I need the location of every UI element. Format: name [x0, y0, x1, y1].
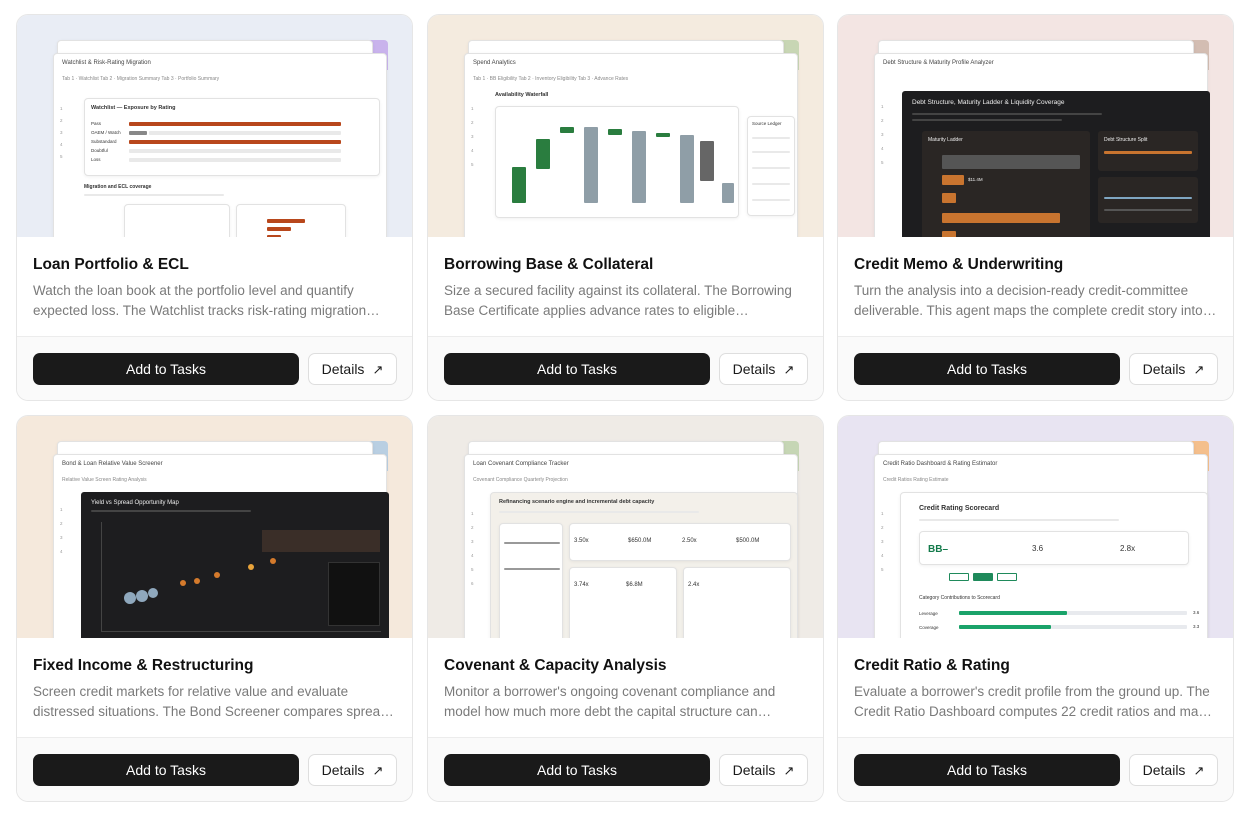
details-button[interactable]: Details ↗	[308, 754, 397, 786]
arrow-up-right-icon: ↗	[1193, 361, 1205, 377]
add-to-tasks-button[interactable]: Add to Tasks	[33, 754, 299, 786]
preview-window-title: Debt Structure & Maturity Profile Analyz…	[883, 60, 994, 66]
preview-window-title: Bond & Loan Relative Value Screener	[62, 461, 163, 467]
card-footer: Add to Tasks Details ↗	[838, 337, 1233, 400]
preview-heading: Refinancing scenario engine and incremen…	[499, 499, 655, 505]
details-button[interactable]: Details ↗	[719, 353, 808, 385]
add-to-tasks-button[interactable]: Add to Tasks	[854, 754, 1120, 786]
card-footer: Add to Tasks Details ↗	[428, 738, 823, 801]
arrow-up-right-icon: ↗	[783, 361, 795, 377]
preview-tabs: Tab 1 · BB Eligibility Tab 2 · Inventory…	[473, 76, 629, 82]
preview-window: Spend Analytics Tab 1 · BB Eligibility T…	[464, 53, 798, 237]
details-button[interactable]: Details ↗	[1129, 754, 1218, 786]
card-title: Borrowing Base & Collateral	[444, 256, 654, 273]
preview-heading: Yield vs Spread Opportunity Map	[91, 500, 179, 506]
card-preview: Credit Ratio Dashboard & Rating Estimato…	[838, 416, 1233, 638]
preview-tabs: Credit Ratios Rating Estimate	[883, 477, 949, 483]
card-credit-ratio: Credit Ratio Dashboard & Rating Estimato…	[837, 415, 1234, 802]
details-label: Details	[732, 361, 776, 377]
preview-panel: Refinancing scenario engine and incremen…	[490, 492, 798, 638]
arrow-up-right-icon: ↗	[1193, 762, 1205, 778]
card-body: Loan Portfolio & ECL Watch the loan book…	[17, 237, 412, 337]
preview-tabs: Covenant Compliance Quarterly Projection	[473, 477, 568, 483]
card-footer: Add to Tasks Details ↗	[428, 337, 823, 400]
preview-heading: Debt Structure, Maturity Ladder & Liquid…	[912, 99, 1065, 106]
card-preview: Spend Analytics Tab 1 · BB Eligibility T…	[428, 15, 823, 237]
card-description: Size a secured facility against its coll…	[444, 283, 792, 318]
details-label: Details	[321, 762, 365, 778]
card-grid: Watchlist & Risk-Rating Migration Tab 1 …	[16, 14, 1234, 804]
card-body: Borrowing Base & Collateral Size a secur…	[428, 237, 823, 337]
card-body: Fixed Income & Restructuring Screen cred…	[17, 638, 412, 738]
preview-tabs: Relative Value Screen Rating Analysis	[62, 477, 147, 483]
preview-window-title: Watchlist & Risk-Rating Migration	[62, 60, 151, 66]
details-label: Details	[321, 361, 365, 377]
arrow-up-right-icon: ↗	[372, 762, 384, 778]
details-button[interactable]: Details ↗	[308, 353, 397, 385]
card-description: Turn the analysis into a decision-ready …	[854, 283, 1214, 318]
add-to-tasks-button[interactable]: Add to Tasks	[444, 353, 710, 385]
card-body: Credit Ratio & Rating Evaluate a borrowe…	[838, 638, 1233, 738]
preview-panel: Credit Rating Scorecard BB– 3.6 2.8x Cat…	[900, 492, 1208, 638]
details-label: Details	[1142, 762, 1186, 778]
card-preview: Watchlist & Risk-Rating Migration Tab 1 …	[17, 15, 412, 237]
card-loan-portfolio: Watchlist & Risk-Rating Migration Tab 1 …	[16, 14, 413, 401]
details-label: Details	[732, 762, 776, 778]
card-footer: Add to Tasks Details ↗	[838, 738, 1233, 801]
preview-window: Watchlist & Risk-Rating Migration Tab 1 …	[53, 53, 387, 237]
preview-dark-panel: Debt Structure, Maturity Ladder & Liquid…	[902, 91, 1210, 237]
card-footer: Add to Tasks Details ↗	[17, 337, 412, 400]
card-footer: Add to Tasks Details ↗	[17, 738, 412, 801]
card-preview: Bond & Loan Relative Value Screener Rela…	[17, 416, 412, 638]
card-fixed-income: Bond & Loan Relative Value Screener Rela…	[16, 415, 413, 802]
preview-window-title: Credit Ratio Dashboard & Rating Estimato…	[883, 461, 998, 467]
details-button[interactable]: Details ↗	[1129, 353, 1218, 385]
card-description: Watch the loan book at the portfolio lev…	[33, 283, 367, 318]
arrow-up-right-icon: ↗	[783, 762, 795, 778]
add-to-tasks-button[interactable]: Add to Tasks	[33, 353, 299, 385]
details-label: Details	[1142, 361, 1186, 377]
add-to-tasks-button[interactable]: Add to Tasks	[444, 754, 710, 786]
card-description: Evaluate a borrower's credit profile fro…	[854, 684, 1213, 719]
preview-dark-panel: Yield vs Spread Opportunity Map	[81, 492, 389, 638]
card-description: Monitor a borrower's ongoing covenant co…	[444, 684, 776, 719]
preview-panel: Watchlist — Exposure by Rating Pass OAEM…	[84, 98, 380, 176]
card-body: Credit Memo & Underwriting Turn the anal…	[838, 237, 1233, 337]
card-credit-memo: Debt Structure & Maturity Profile Analyz…	[837, 14, 1234, 401]
preview-window-title: Loan Covenant Compliance Tracker	[473, 461, 569, 467]
card-title: Fixed Income & Restructuring	[33, 657, 254, 674]
card-title: Loan Portfolio & ECL	[33, 256, 189, 273]
preview-heading: Credit Rating Scorecard	[919, 505, 1000, 512]
preview-side-heading: Source Ledger	[752, 121, 782, 126]
arrow-up-right-icon: ↗	[372, 361, 384, 377]
preview-heading: Availability Waterfall	[495, 92, 549, 98]
card-title: Covenant & Capacity Analysis	[444, 657, 667, 674]
card-preview: Debt Structure & Maturity Profile Analyz…	[838, 15, 1233, 237]
card-title: Credit Ratio & Rating	[854, 657, 1010, 674]
card-body: Covenant & Capacity Analysis Monitor a b…	[428, 638, 823, 738]
card-preview: Loan Covenant Compliance Tracker Covenan…	[428, 416, 823, 638]
add-to-tasks-button[interactable]: Add to Tasks	[854, 353, 1120, 385]
card-covenant-capacity: Loan Covenant Compliance Tracker Covenan…	[427, 415, 824, 802]
details-button[interactable]: Details ↗	[719, 754, 808, 786]
card-description: Screen credit markets for relative value…	[33, 684, 395, 719]
preview-window-title: Spend Analytics	[473, 60, 516, 66]
card-title: Credit Memo & Underwriting	[854, 256, 1064, 273]
preview-tabs: Tab 1 · Watchlist Tab 2 · Migration Summ…	[62, 76, 220, 82]
preview-heading: Watchlist — Exposure by Rating	[91, 105, 176, 111]
card-borrowing-base: Spend Analytics Tab 1 · BB Eligibility T…	[427, 14, 824, 401]
